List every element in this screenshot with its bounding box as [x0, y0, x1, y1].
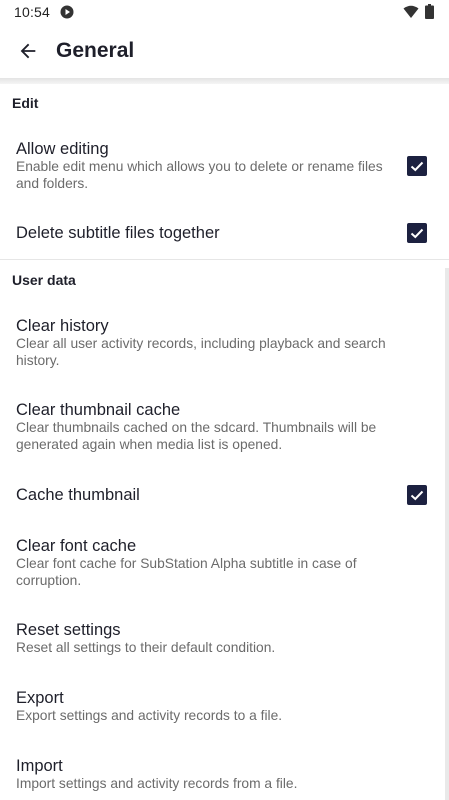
- arrow-back-icon: [20, 43, 36, 59]
- pref-delete-subtitle[interactable]: Delete subtitle files together: [0, 210, 449, 256]
- toolbar-divider: [0, 78, 449, 84]
- status-time: 10:54: [14, 4, 51, 20]
- pref-summary: Clear thumbnails cached on the sdcard. T…: [16, 420, 377, 452]
- pref-title: Reset settings: [16, 621, 121, 639]
- check-icon: [410, 490, 424, 501]
- allow-editing-checkbox[interactable]: [407, 156, 427, 176]
- pref-allow-editing[interactable]: Allow editing Enable edit menu which all…: [0, 128, 449, 200]
- pref-export[interactable]: Export Export settings and activity reco…: [0, 677, 449, 733]
- page-title: General: [56, 39, 135, 62]
- status-bar: 10:54: [0, 0, 449, 24]
- pref-clear-font-cache[interactable]: Clear font cache Clear font cache for Su…: [0, 525, 449, 597]
- pref-title: Export: [16, 689, 64, 707]
- pref-title: Clear history: [16, 317, 109, 335]
- section-header-user-data: User data: [12, 272, 76, 288]
- pref-summary: Enable edit menu which allows you to del…: [16, 159, 383, 191]
- play-circle-icon: [60, 5, 74, 19]
- cache-thumbnail-checkbox[interactable]: [407, 485, 427, 505]
- pref-summary: Clear font cache for SubStation Alpha su…: [16, 556, 357, 588]
- toolbar: General: [0, 24, 449, 79]
- pref-import[interactable]: Import Import settings and activity reco…: [0, 745, 449, 800]
- pref-title: Delete subtitle files together: [16, 224, 220, 242]
- pref-clear-history[interactable]: Clear history Clear all user activity re…: [0, 305, 449, 377]
- check-icon: [410, 161, 424, 172]
- section-header-edit: Edit: [12, 95, 39, 111]
- pref-clear-thumbnail-cache[interactable]: Clear thumbnail cache Clear thumbnails c…: [0, 389, 449, 461]
- pref-summary: Clear all user activity records, includi…: [16, 336, 386, 368]
- check-icon: [410, 228, 424, 239]
- battery-icon: [425, 4, 434, 19]
- pref-title: Allow editing: [16, 140, 109, 158]
- pref-reset-settings[interactable]: Reset settings Reset all settings to the…: [0, 609, 449, 665]
- pref-title: Import: [16, 757, 63, 775]
- pref-summary: Reset all settings to their default cond…: [16, 640, 276, 655]
- pref-title: Cache thumbnail: [16, 486, 140, 504]
- pref-title: Clear font cache: [16, 537, 137, 555]
- pref-summary: Import settings and activity records fro…: [16, 776, 298, 791]
- delete-subtitle-checkbox[interactable]: [407, 223, 427, 243]
- pref-summary: Export settings and activity records to …: [16, 708, 283, 723]
- wifi-icon: [403, 5, 419, 18]
- pref-cache-thumbnail[interactable]: Cache thumbnail: [0, 472, 449, 518]
- back-button[interactable]: [10, 33, 46, 69]
- section-divider: [0, 259, 449, 260]
- pref-title: Clear thumbnail cache: [16, 401, 181, 419]
